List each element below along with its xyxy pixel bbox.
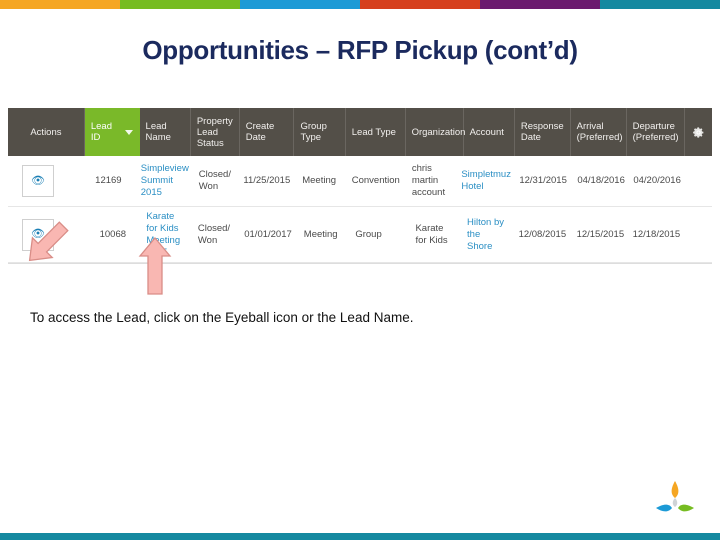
cell-row-spacer: [685, 207, 712, 262]
column-header-group-type[interactable]: Group Type: [294, 108, 346, 156]
gear-icon[interactable]: [685, 108, 712, 156]
column-header-lead-name[interactable]: Lead Name: [140, 108, 191, 156]
chevron-down-icon[interactable]: [124, 129, 133, 135]
cell-response-date: 12/08/2015: [518, 228, 567, 240]
column-header-actions[interactable]: Actions: [8, 108, 85, 156]
cell-group-type: Meeting: [303, 228, 338, 240]
cell-lead-name-link[interactable]: Simpleview Summit 2015: [135, 156, 193, 206]
table-row[interactable]: 👁 12169 Simpleview Summit 2015 Closed/ W…: [8, 156, 712, 207]
cell-lead-id: 10068: [99, 228, 127, 240]
cell-group-type: Meeting: [302, 175, 337, 186]
cell-departure-date: 04/20/2016: [633, 175, 681, 186]
eyeball-icon[interactable]: 👁: [22, 165, 54, 197]
color-segment-4: [360, 0, 480, 9]
cell-account-link[interactable]: Simpletmuz Hotel: [455, 156, 513, 206]
cell-organization: Karate for Kids: [415, 222, 448, 246]
column-header-organization[interactable]: Organization: [406, 108, 465, 156]
cell-property-lead-status: Closed/ Won: [198, 169, 231, 192]
cell-arrival-date: 04/18/2016: [577, 175, 625, 186]
cell-create-date: 01/01/2017: [244, 228, 292, 240]
instruction-caption: To access the Lead, click on the Eyeball…: [30, 310, 414, 325]
column-header-response-date[interactable]: Response Date: [515, 108, 571, 156]
simpleview-logo: [652, 478, 698, 518]
cell-account-link[interactable]: Hilton by the Shore: [461, 207, 513, 262]
color-segment-3: [240, 0, 360, 9]
column-header-arrival-preferred[interactable]: Arrival (Preferred): [571, 108, 627, 156]
cell-property-lead-status: Closed/ Won: [197, 222, 231, 246]
cell-departure-date: 12/18/2015: [632, 228, 681, 240]
color-segment-1: [0, 0, 120, 9]
top-color-bar: [0, 0, 720, 9]
column-header-account[interactable]: Account: [464, 108, 515, 156]
column-header-departure-preferred[interactable]: Departure (Preferred): [627, 108, 685, 156]
arrow-to-lead-name: [138, 236, 172, 301]
column-header-lead-type[interactable]: Lead Type: [346, 108, 406, 156]
cell-lead-id: 12169: [95, 175, 122, 186]
column-header-property-lead-status[interactable]: Property Lead Status: [191, 108, 240, 156]
page-title: Opportunities – RFP Pickup (cont’d): [142, 35, 578, 65]
cell-lead-type: Group: [355, 228, 382, 240]
row-actions-cell: 👁: [8, 156, 82, 206]
table-row[interactable]: 👁 10068 Karate for Kids Meeting 2015 Clo…: [8, 207, 712, 263]
cell-response-date: 12/31/2015: [519, 175, 567, 186]
footer-accent-bar: [0, 533, 720, 540]
cell-lead-type: Convention: [351, 175, 400, 186]
cell-organization: chris martin account: [411, 163, 446, 198]
color-segment-6: [600, 0, 720, 9]
table-header-row: Actions Lead ID Lead Name Property Lead …: [8, 108, 712, 156]
eyeball-glyph: 👁: [31, 174, 45, 187]
column-header-create-date[interactable]: Create Date: [240, 108, 295, 156]
arrow-to-eyeball-icon: [20, 214, 76, 275]
cell-create-date: 11/25/2015: [243, 175, 291, 186]
cell-arrival-date: 12/15/2015: [576, 228, 625, 240]
cell-row-spacer: [685, 156, 712, 206]
color-segment-5: [480, 0, 600, 9]
column-header-lead-id[interactable]: Lead ID: [84, 108, 140, 156]
color-segment-2: [120, 0, 240, 9]
lead-grid-screenshot: Actions Lead ID Lead Name Property Lead …: [8, 108, 712, 264]
column-header-lead-id-label: Lead ID: [90, 121, 112, 143]
